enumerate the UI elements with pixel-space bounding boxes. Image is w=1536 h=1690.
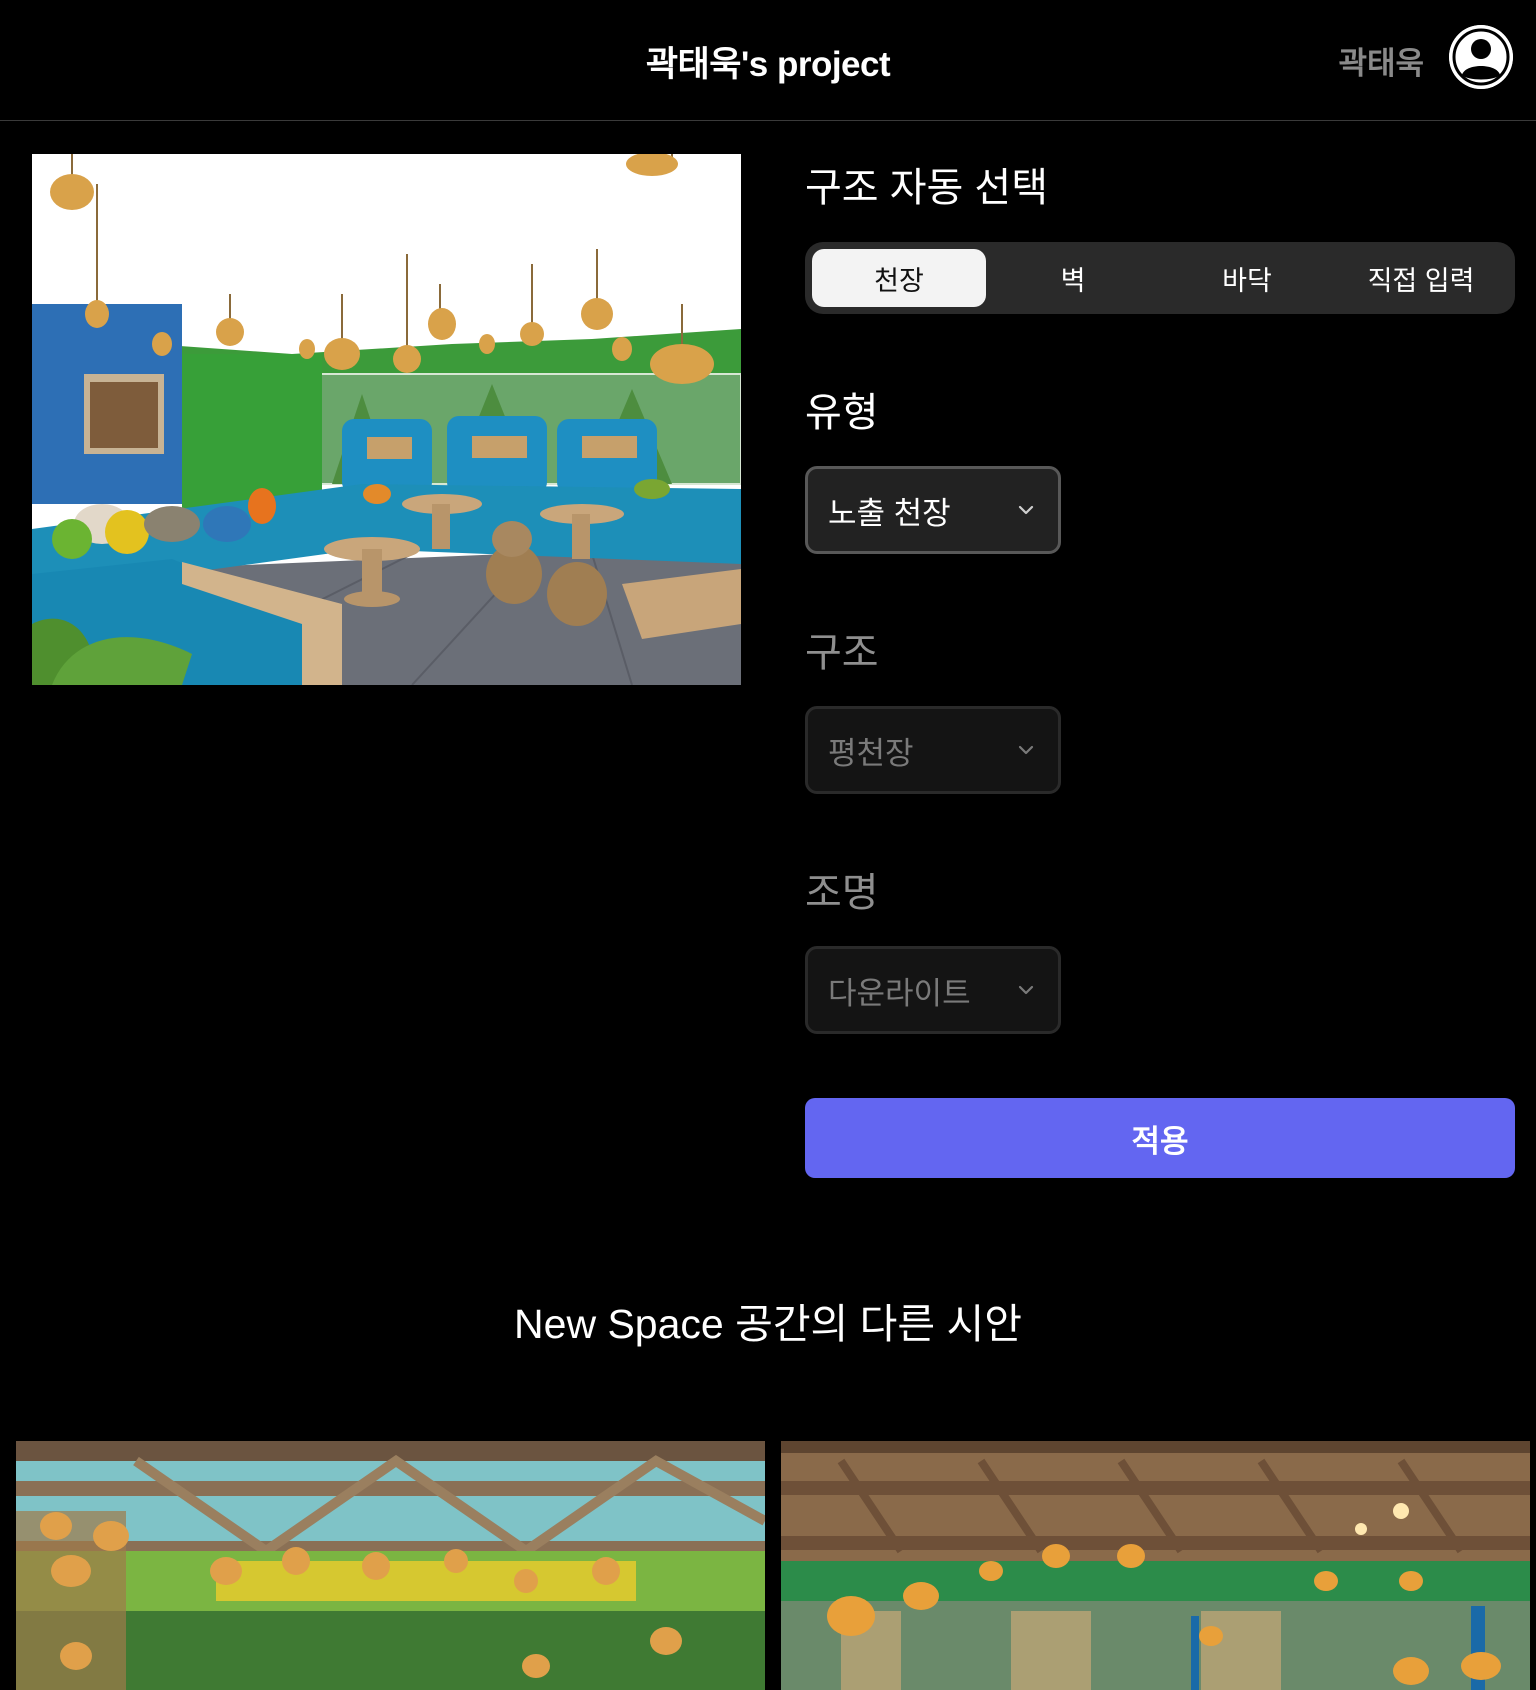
lighting-label: 조명 <box>805 871 879 915</box>
structure-select[interactable]: 평천장 <box>805 706 1061 794</box>
lighting-select[interactable]: 다운라이트 <box>805 946 1061 1034</box>
lighting-select-value: 다운라이트 <box>828 975 971 1011</box>
tab-wall[interactable]: 벽 <box>986 249 1160 307</box>
chevron-down-icon <box>1018 745 1034 755</box>
structure-auto-select-title: 구조 자동 선택 <box>805 166 1049 210</box>
user-name[interactable]: 곽태욱 <box>1338 38 1424 83</box>
tab-ceiling[interactable]: 천장 <box>812 249 986 307</box>
user-avatar-icon[interactable] <box>1449 25 1513 89</box>
alternatives-title: New Space 공간의 다른 시안 <box>514 1301 1022 1347</box>
structure-tab-group: 천장 벽 바닥 직접 입력 <box>805 242 1515 314</box>
alternative-image-2[interactable] <box>781 1441 1530 1690</box>
preview-image <box>32 154 741 685</box>
type-select-value: 노출 천장 <box>828 495 951 531</box>
apply-button[interactable]: 적용 <box>805 1098 1515 1178</box>
chevron-down-icon <box>1018 985 1034 995</box>
chevron-down-icon <box>1018 505 1034 515</box>
structure-label: 구조 <box>805 631 879 675</box>
top-header: 곽태욱's project 곽태욱 <box>0 0 1536 121</box>
tab-floor[interactable]: 바닥 <box>1160 249 1334 307</box>
type-label: 유형 <box>805 391 879 435</box>
tab-direct-input[interactable]: 직접 입력 <box>1334 249 1508 307</box>
alternative-image-1[interactable] <box>16 1441 765 1690</box>
type-select[interactable]: 노출 천장 <box>805 466 1061 554</box>
structure-select-value: 평천장 <box>828 735 914 771</box>
project-title: 곽태욱's project <box>645 45 891 84</box>
